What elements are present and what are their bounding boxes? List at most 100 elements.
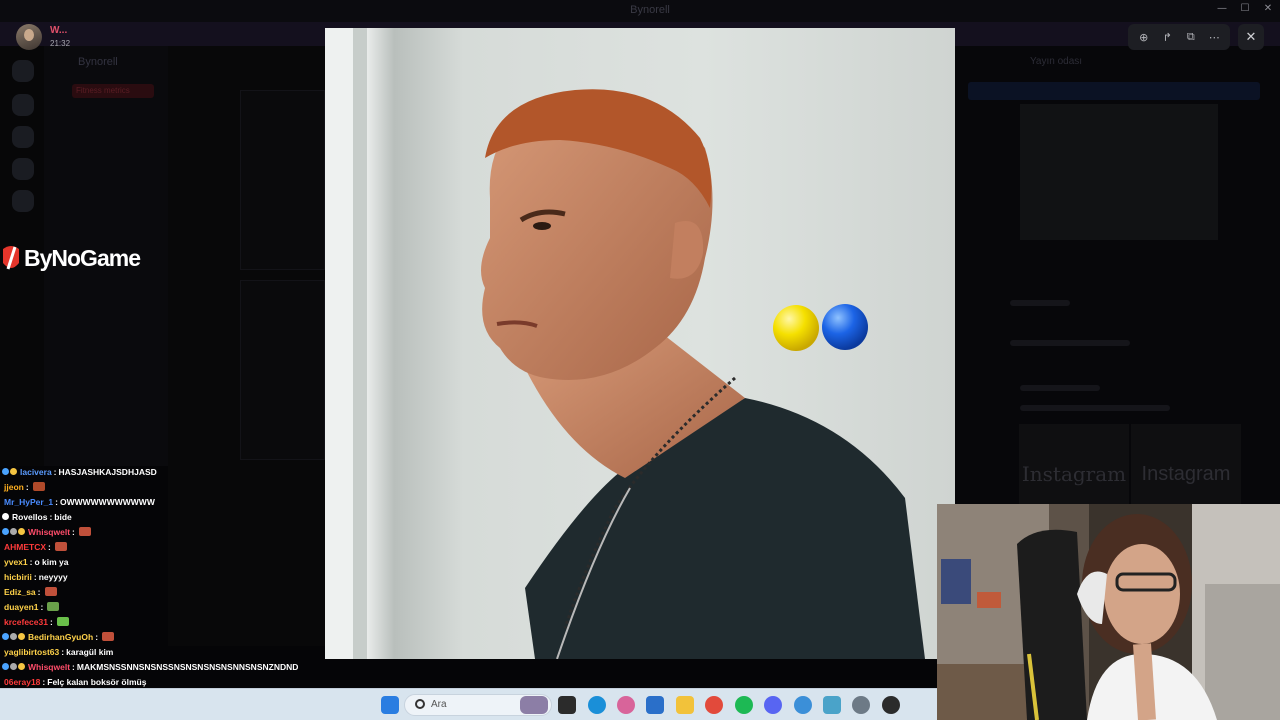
chat-emote-icon — [56, 617, 69, 626]
poster-name[interactable]: W... — [50, 25, 67, 36]
sponsor-logo: ByNoGame — [0, 240, 141, 276]
chat-emote-icon — [32, 482, 45, 491]
chat-text: o kim ya — [34, 556, 69, 567]
chat-username[interactable]: duayen1 — [4, 602, 39, 612]
chat-username[interactable]: BedirhanGyuOh — [28, 632, 93, 642]
more-icon[interactable]: ⋯ — [1203, 26, 1225, 48]
webcam-feed — [937, 504, 1280, 720]
search-placeholder: Ara — [431, 699, 447, 710]
windows-start-icon[interactable] — [381, 696, 399, 714]
chat-emote-icon — [47, 602, 60, 611]
chat-badge-icon — [2, 513, 9, 520]
store-icon[interactable] — [646, 696, 664, 714]
chat-separator: : — [49, 511, 53, 522]
chat-username[interactable]: Mr_HyPer_1 — [4, 497, 53, 507]
discord-icon[interactable] — [764, 696, 782, 714]
server-icon[interactable] — [12, 158, 34, 180]
chat-message: Rovellos: bide — [2, 509, 324, 524]
chat-username[interactable]: Whisqwelt — [28, 662, 70, 672]
window-title: Bynorell — [630, 4, 670, 16]
chat-badge-icon — [10, 468, 17, 475]
chat-username[interactable]: 06eray18 — [4, 677, 40, 687]
screen: Bynorell — ☐ ✕ Bynorell Fitness metrics … — [0, 0, 1280, 720]
chat-username[interactable]: jjeon — [4, 482, 24, 492]
post-time: 21:32 — [50, 39, 71, 48]
chat-separator: : — [49, 616, 53, 627]
chat-message: duayen1: — [2, 599, 324, 614]
minimize-button[interactable]: — — [1214, 3, 1230, 17]
file-explorer-icon[interactable] — [676, 696, 694, 714]
message-line — [1020, 405, 1170, 411]
server-icon[interactable] — [12, 94, 34, 116]
notice-bar[interactable] — [968, 82, 1260, 100]
chat-badge-icon — [2, 633, 9, 640]
avatar[interactable] — [16, 24, 42, 50]
chat-message: jjeon: — [2, 479, 324, 494]
chat-username[interactable]: hicbirii — [4, 572, 32, 582]
chat-emote-icon — [44, 587, 57, 596]
edge-icon[interactable] — [588, 696, 606, 714]
server-icon[interactable] — [12, 126, 34, 148]
chat-text: karagül kim — [66, 646, 114, 657]
chat-separator: : — [55, 496, 58, 507]
forward-icon[interactable]: ↱ — [1156, 26, 1178, 48]
network-icon[interactable] — [823, 696, 841, 714]
checkmark-app-icon[interactable] — [794, 696, 812, 714]
chat-separator: : — [40, 601, 44, 612]
chat-separator: : — [42, 676, 46, 687]
chat-text: MAKMSNSSNNSNSNSSNSNSNSNSNSNNSNSNZNDND — [76, 661, 299, 672]
bynogame-logo-icon — [3, 246, 19, 270]
instagram-embed[interactable]: Instagram — [1131, 424, 1241, 504]
chat-text: bide — [54, 511, 72, 522]
chrome-icon[interactable] — [705, 696, 723, 714]
chat-badge-icon — [18, 528, 25, 535]
chat-username[interactable]: yvex1 — [4, 557, 28, 567]
chat-badge-icon — [18, 663, 25, 670]
obs-icon[interactable] — [882, 696, 900, 714]
settings-icon[interactable] — [852, 696, 870, 714]
window-close-button[interactable]: ✕ — [1260, 3, 1276, 17]
chat-username[interactable]: AHMETCX — [4, 542, 46, 552]
webcam-scene — [937, 504, 1280, 720]
server-icon[interactable] — [12, 60, 34, 82]
yellow-ball — [773, 305, 819, 351]
chat-username[interactable]: lacivera — [20, 467, 52, 477]
chat-message: AHMETCX: — [2, 539, 324, 554]
chat-separator: : — [25, 481, 29, 492]
event-banner[interactable]: Fitness metrics — [72, 84, 154, 98]
task-view-icon[interactable] — [558, 696, 576, 714]
server-name[interactable]: Bynorell — [78, 56, 118, 68]
chat-text: HASJASHKAJSDHJASD — [58, 466, 157, 477]
zoom-icon[interactable]: ⊕ — [1133, 26, 1155, 48]
chat-separator: : — [53, 466, 57, 477]
embed-thumbnail[interactable] — [1020, 104, 1218, 240]
chat-badge-icon — [10, 663, 17, 670]
chat-message: Whisqwelt: — [2, 524, 324, 539]
windows-taskbar: Ara — [0, 688, 937, 720]
maximize-button[interactable]: ☐ — [1237, 3, 1253, 17]
chat-separator: : — [61, 646, 65, 657]
chat-username[interactable]: Ediz_sa — [4, 587, 36, 597]
viewed-image[interactable] — [325, 28, 955, 659]
close-viewer-button[interactable]: ✕ — [1238, 24, 1264, 50]
chat-separator: : — [29, 556, 33, 567]
chat-message: 06eray18: Felç kalan boksör ölmüş — [2, 674, 324, 689]
portrait-illustration — [325, 28, 925, 659]
chat-separator: : — [95, 631, 99, 642]
chat-message: krcefece31: — [2, 614, 324, 629]
message-line — [1020, 385, 1100, 391]
copilot-icon[interactable] — [617, 696, 635, 714]
chat-message: Whisqwelt: MAKMSNSSNNSNSNSSNSNSNSNSNSNNSN… — [2, 659, 324, 674]
video-tile[interactable] — [240, 280, 325, 460]
server-icon[interactable] — [12, 190, 34, 212]
chat-username[interactable]: Whisqwelt — [28, 527, 70, 537]
instagram-embed[interactable]: Instagram — [1019, 424, 1129, 504]
open-external-icon[interactable]: ⧉ — [1180, 26, 1202, 48]
chat-username[interactable]: yaglibirtost63 — [4, 647, 59, 657]
video-tile[interactable] — [240, 90, 325, 270]
chat-username[interactable]: krcefece31 — [4, 617, 48, 627]
spotify-icon[interactable] — [735, 696, 753, 714]
widgets-icon[interactable] — [520, 696, 548, 714]
chat-username[interactable]: Rovellos — [12, 512, 47, 522]
viewer-toolbar: ⊕ ↱ ⧉ ⋯ — [1128, 24, 1230, 50]
